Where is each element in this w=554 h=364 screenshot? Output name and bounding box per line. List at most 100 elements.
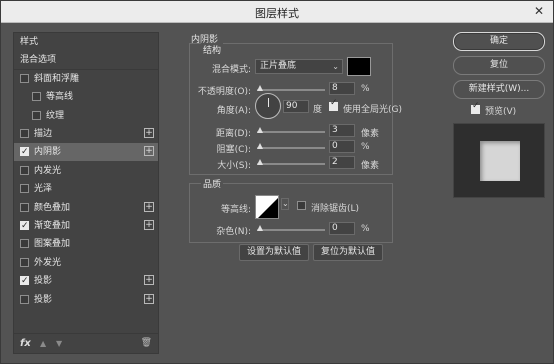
- contour-curve-icon: [258, 198, 278, 218]
- move-up-icon[interactable]: ▲: [40, 339, 46, 348]
- set-default-button[interactable]: 设置为默认值: [239, 244, 309, 261]
- distance-slider[interactable]: [257, 127, 325, 133]
- style-list-item[interactable]: 投影 +: [14, 272, 158, 290]
- angle-dial[interactable]: [255, 93, 281, 119]
- style-enable-checkbox[interactable]: [20, 184, 29, 193]
- noise-slider-knob[interactable]: [257, 225, 263, 231]
- style-list-label: 等高线: [46, 92, 74, 102]
- style-enable-checkbox[interactable]: [20, 217, 29, 235]
- style-enable-checkbox[interactable]: [20, 272, 29, 290]
- style-list-label: 渐变叠加: [34, 221, 71, 231]
- contour-chevron-icon[interactable]: ⌄: [281, 198, 289, 210]
- style-list-item[interactable]: 等高线: [14, 88, 158, 106]
- opacity-input[interactable]: 8: [329, 82, 355, 95]
- opacity-unit: %: [361, 84, 370, 94]
- style-list-item[interactable]: 斜面和浮雕: [14, 70, 158, 88]
- style-list-label: 样式: [20, 37, 39, 47]
- choke-slider[interactable]: [257, 143, 325, 149]
- opacity-slider[interactable]: [257, 85, 325, 91]
- preview-swatch: [480, 141, 520, 181]
- choke-label: 阻塞(C):: [216, 145, 251, 155]
- angle-input[interactable]: 90: [283, 100, 309, 113]
- style-enable-checkbox[interactable]: [32, 92, 41, 101]
- blend-mode-select[interactable]: 正片叠底 ⌄: [255, 59, 343, 74]
- global-light-label: 使用全局光(G): [343, 105, 402, 115]
- style-list-item[interactable]: 外发光: [14, 254, 158, 272]
- angle-unit: 度: [313, 105, 323, 115]
- style-list-item[interactable]: 描边 +: [14, 125, 158, 143]
- inner-shadow-settings: 内阴影 结构 混合模式: 正片叠底 ⌄ 不透明度(O): 8 % 角度(A): …: [185, 32, 435, 354]
- reset-button[interactable]: 复位: [453, 56, 545, 75]
- style-enable-checkbox[interactable]: [20, 203, 29, 212]
- fx-menu-button[interactable]: fx: [20, 338, 31, 349]
- opacity-slider-knob[interactable]: [257, 85, 263, 91]
- noise-unit: %: [361, 224, 370, 234]
- styles-list-panel: 样式混合选项斜面和浮雕等高线纹理描边 + 内阴影 + 内发光光泽颜色叠加 + 渐变叠加 + 图案…: [13, 32, 159, 354]
- style-list-item[interactable]: 混合选项: [14, 51, 158, 69]
- quality-title: 品质: [201, 177, 224, 190]
- reset-default-button[interactable]: 复位为默认值: [313, 244, 383, 261]
- trash-icon[interactable]: 🗑: [141, 338, 152, 348]
- style-list-label: 光泽: [34, 184, 53, 194]
- style-enable-checkbox[interactable]: [20, 239, 29, 248]
- add-style-instance-icon[interactable]: +: [144, 220, 154, 230]
- style-list-label: 内发光: [34, 166, 62, 176]
- chevron-down-icon: ⌄: [332, 62, 339, 71]
- style-list-item[interactable]: 图案叠加: [14, 235, 158, 253]
- styles-footer: fx ▲ ▼ 🗑: [14, 333, 158, 353]
- structure-title: 结构: [201, 43, 224, 56]
- style-list-item[interactable]: 样式: [14, 33, 158, 51]
- close-icon[interactable]: ✕: [534, 4, 544, 18]
- style-list-label: 投影: [34, 295, 53, 305]
- size-input[interactable]: 2: [329, 156, 355, 169]
- style-list-item[interactable]: 光泽: [14, 180, 158, 198]
- choke-input[interactable]: 0: [329, 140, 355, 153]
- add-style-instance-icon[interactable]: +: [144, 146, 154, 156]
- add-style-instance-icon[interactable]: +: [144, 294, 154, 304]
- global-light-checkbox[interactable]: [329, 98, 338, 111]
- style-list-label: 描边: [34, 129, 53, 139]
- add-style-instance-icon[interactable]: +: [144, 128, 154, 138]
- size-slider[interactable]: [257, 159, 325, 165]
- style-enable-checkbox[interactable]: [20, 258, 29, 267]
- style-preview: [453, 123, 545, 198]
- style-list-item[interactable]: 投影 +: [14, 291, 158, 309]
- noise-input[interactable]: 0: [329, 222, 355, 235]
- add-style-instance-icon[interactable]: +: [144, 275, 154, 285]
- angle-label: 角度(A):: [216, 106, 251, 116]
- style-list-item[interactable]: 内阴影 +: [14, 143, 158, 161]
- preview-label: 预览(V): [485, 107, 517, 117]
- shadow-color-swatch[interactable]: [347, 57, 371, 76]
- distance-slider-knob[interactable]: [257, 127, 263, 133]
- choke-slider-knob[interactable]: [257, 143, 263, 149]
- preview-checkbox[interactable]: [471, 101, 480, 114]
- style-enable-checkbox[interactable]: [20, 74, 29, 83]
- style-list-item[interactable]: 内发光: [14, 162, 158, 180]
- noise-slider[interactable]: [257, 225, 325, 231]
- style-enable-checkbox[interactable]: [32, 111, 41, 120]
- noise-label: 杂色(N):: [216, 227, 251, 237]
- style-list-item[interactable]: 颜色叠加 +: [14, 199, 158, 217]
- anti-alias-checkbox[interactable]: [297, 201, 306, 210]
- title-bar: 图层样式 ✕: [1, 1, 553, 23]
- move-down-icon[interactable]: ▼: [56, 339, 62, 348]
- ok-button[interactable]: 确定: [453, 32, 545, 51]
- style-enable-checkbox[interactable]: [20, 143, 29, 161]
- contour-picker[interactable]: [255, 195, 279, 219]
- distance-label: 距离(D):: [216, 129, 251, 139]
- new-style-button[interactable]: 新建样式(W)...: [453, 80, 545, 99]
- style-list-item[interactable]: 纹理: [14, 107, 158, 125]
- style-enable-checkbox[interactable]: [20, 166, 29, 175]
- style-list-label: 内阴影: [34, 147, 62, 157]
- style-enable-checkbox[interactable]: [20, 129, 29, 138]
- size-slider-knob[interactable]: [257, 159, 263, 165]
- style-list-label: 纹理: [46, 111, 65, 121]
- style-enable-checkbox[interactable]: [20, 295, 29, 304]
- distance-unit: 像素: [361, 129, 380, 139]
- size-unit: 像素: [361, 161, 380, 171]
- layer-style-dialog: 图层样式 ✕ 样式混合选项斜面和浮雕等高线纹理描边 + 内阴影 + 内发光光泽颜色叠加 +…: [0, 0, 554, 364]
- add-style-instance-icon[interactable]: +: [144, 202, 154, 212]
- style-list-label: 图案叠加: [34, 239, 71, 249]
- distance-input[interactable]: 3: [329, 124, 355, 137]
- style-list-item[interactable]: 渐变叠加 +: [14, 217, 158, 235]
